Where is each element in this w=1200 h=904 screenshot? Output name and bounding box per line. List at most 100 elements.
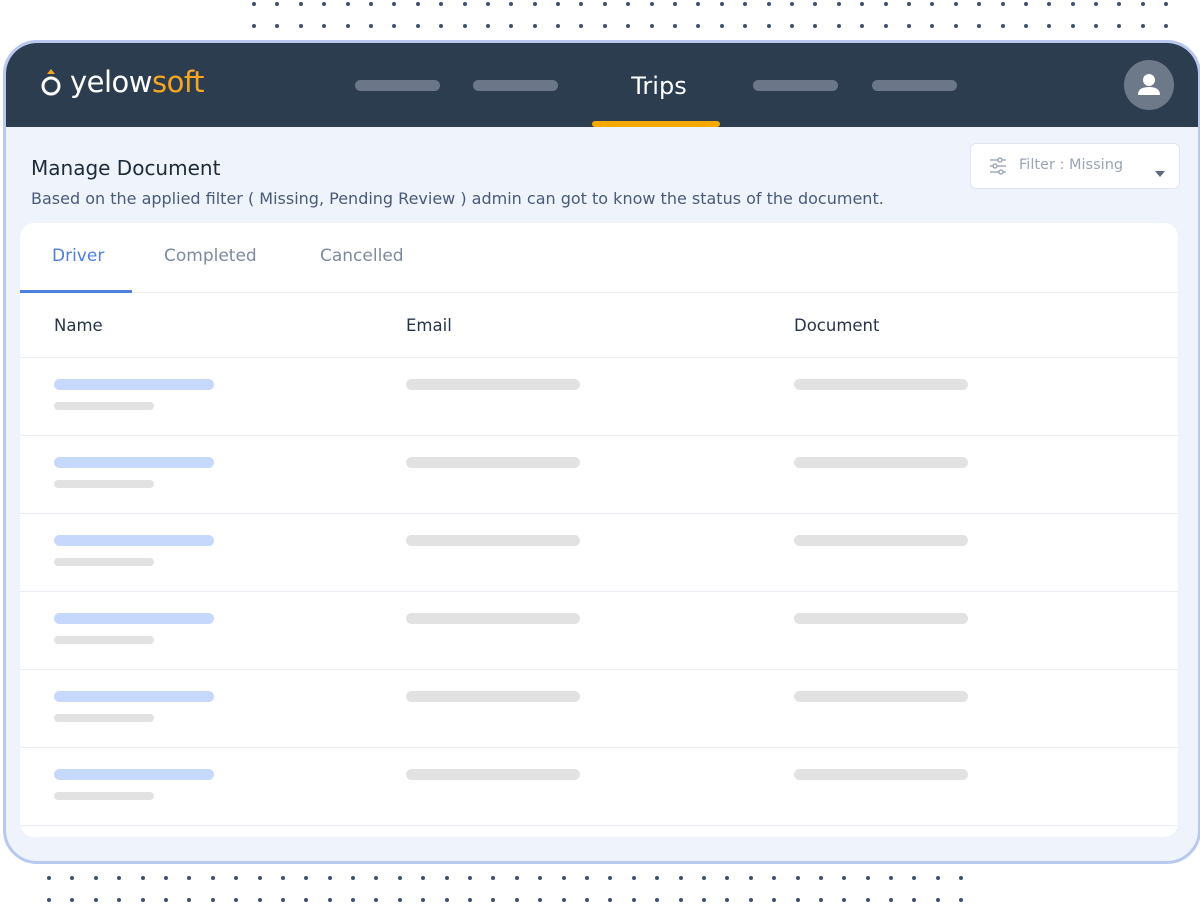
documents-card: Driver Completed Cancelled Name Email Do… <box>20 223 1178 837</box>
brand-logo[interactable]: yelowsoft <box>40 67 204 97</box>
table-row[interactable] <box>20 591 1178 669</box>
dot <box>140 898 145 902</box>
name-placeholder <box>54 457 214 468</box>
dot <box>392 24 397 28</box>
dot <box>304 898 309 902</box>
name-subtext-placeholder <box>54 480 154 488</box>
tab-completed[interactable]: Completed <box>164 246 257 266</box>
dot <box>912 876 917 880</box>
nav-item-placeholder-1[interactable] <box>355 80 440 91</box>
dot <box>468 876 473 880</box>
column-header-name: Name <box>54 316 103 335</box>
dot <box>298 2 303 6</box>
dot <box>584 898 589 902</box>
filter-dropdown[interactable]: Filter : Missing <box>970 143 1180 189</box>
dot <box>743 2 748 6</box>
dot <box>584 876 589 880</box>
page-description: Based on the applied filter ( Missing, P… <box>31 189 884 208</box>
dot <box>163 876 168 880</box>
table-row[interactable] <box>20 513 1178 591</box>
dot <box>509 2 514 6</box>
dot <box>252 2 256 6</box>
dot <box>766 24 771 28</box>
name-placeholder <box>54 613 214 624</box>
dot <box>1094 24 1099 28</box>
name-placeholder <box>54 379 214 390</box>
dot <box>532 24 537 28</box>
dot <box>491 898 496 902</box>
dot <box>491 876 496 880</box>
dot <box>47 898 51 902</box>
dot <box>631 876 636 880</box>
dot <box>626 2 631 6</box>
dot <box>836 24 841 28</box>
table-row[interactable] <box>20 357 1178 435</box>
dot <box>608 898 613 902</box>
dot <box>1164 24 1169 28</box>
table-row[interactable] <box>20 669 1178 747</box>
dot <box>959 898 964 902</box>
dot <box>304 876 309 880</box>
document-placeholder <box>794 379 968 390</box>
dot <box>47 876 51 880</box>
dot <box>415 2 420 6</box>
nav-item-placeholder-3[interactable] <box>753 80 838 91</box>
brand-name-part1: yelow <box>70 65 153 99</box>
tab-cancelled[interactable]: Cancelled <box>320 246 404 266</box>
dot <box>444 876 449 880</box>
dot <box>140 876 145 880</box>
name-subtext-placeholder <box>54 714 154 722</box>
dot <box>280 898 285 902</box>
table-row[interactable] <box>20 747 1178 825</box>
dot <box>485 24 490 28</box>
nav-item-placeholder-4[interactable] <box>872 80 957 91</box>
dot <box>673 24 678 28</box>
dot <box>930 24 935 28</box>
dot <box>327 876 332 880</box>
dot <box>719 2 724 6</box>
dot <box>538 898 543 902</box>
dot <box>977 24 982 28</box>
dot <box>906 2 911 6</box>
dot <box>889 876 894 880</box>
dot <box>1000 24 1005 28</box>
dot <box>322 2 327 6</box>
dot <box>1047 2 1052 6</box>
user-avatar[interactable] <box>1124 60 1174 110</box>
dot-pattern-top <box>252 2 1169 28</box>
dot <box>860 2 865 6</box>
filter-label: Filter : Missing <box>1019 157 1124 173</box>
dot <box>327 898 332 902</box>
dot <box>842 876 847 880</box>
dot <box>163 898 168 902</box>
nav-active-indicator <box>592 121 720 127</box>
dot <box>818 876 823 880</box>
dot <box>889 898 894 902</box>
email-placeholder <box>406 691 580 702</box>
dot <box>368 2 373 6</box>
dot <box>1164 2 1169 6</box>
nav-item-trips[interactable]: Trips <box>594 69 724 103</box>
dot <box>579 2 584 6</box>
dot <box>556 2 561 6</box>
email-placeholder <box>406 613 580 624</box>
brand-name: yelowsoft <box>70 67 204 97</box>
dot <box>579 24 584 28</box>
dot <box>842 898 847 902</box>
dot <box>813 24 818 28</box>
dot <box>725 898 730 902</box>
dot <box>725 876 730 880</box>
dot <box>392 2 397 6</box>
dot <box>959 876 964 880</box>
column-header-email: Email <box>406 316 452 335</box>
dot <box>257 876 262 880</box>
document-placeholder <box>794 457 968 468</box>
nav-item-placeholder-2[interactable] <box>473 80 558 91</box>
table-row[interactable] <box>20 435 1178 513</box>
dot <box>374 898 379 902</box>
user-icon <box>1138 74 1160 95</box>
dot <box>602 24 607 28</box>
dot <box>322 24 327 28</box>
tab-driver[interactable]: Driver <box>52 246 104 266</box>
dot <box>935 898 940 902</box>
